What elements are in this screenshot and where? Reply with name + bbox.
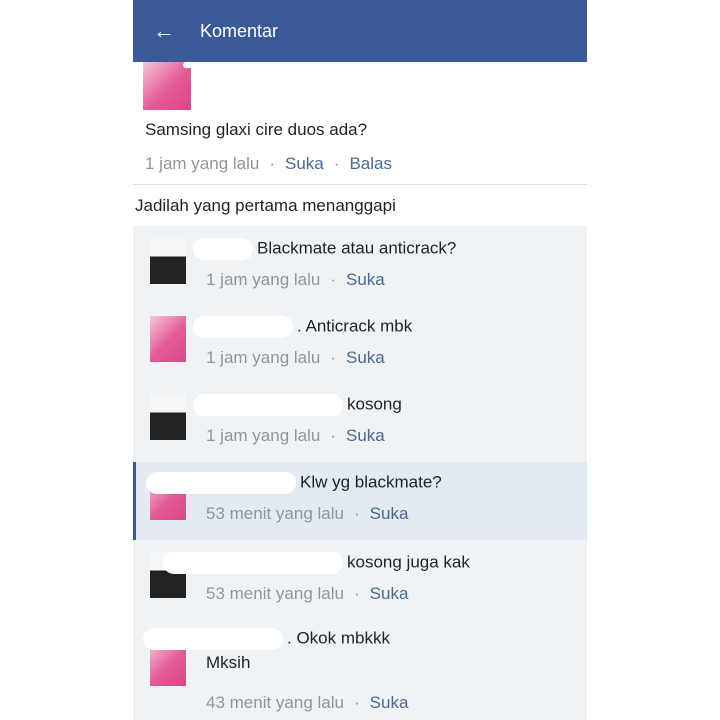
top-bar: ← Komentar xyxy=(133,0,587,62)
redacted-name xyxy=(193,316,293,338)
like-button[interactable]: Suka xyxy=(370,584,409,603)
reply-text-continued: Mksih xyxy=(206,653,251,672)
comment-text: Samsing glaxi cire duos ada? xyxy=(145,120,368,139)
reply-text: kosong xyxy=(347,394,402,414)
list-item-highlighted: Klw yg blackmate? 53 menit yang lalu · Suk… xyxy=(133,462,587,540)
avatar[interactable] xyxy=(150,238,186,284)
list-item: kosong juga kak 53 menit yang lalu · Suka xyxy=(133,540,587,618)
reply-text: kosong juga kak xyxy=(347,552,470,572)
reply-body: . Anticrack mbk xyxy=(193,316,412,338)
timestamp: 43 menit yang lalu xyxy=(206,693,344,712)
reply-text: . Okok mbkkk xyxy=(287,628,390,648)
comments-screen: ← Komentar Samsing glaxi cire duos ada? … xyxy=(133,0,587,720)
reply-body: . Okok mbkkk xyxy=(143,628,390,650)
arrow-left-icon[interactable]: ← xyxy=(153,17,177,45)
reply-body: kosong xyxy=(193,394,402,416)
separator-dot: · xyxy=(353,504,360,523)
timestamp: 53 menit yang lalu xyxy=(206,584,344,603)
avatar[interactable] xyxy=(150,394,186,440)
separator-dot: · xyxy=(330,348,337,367)
reply-text: . Anticrack mbk xyxy=(297,316,413,336)
list-item: Blackmate atau anticrack? 1 jam yang lal… xyxy=(133,226,587,304)
redacted-name xyxy=(146,472,296,494)
reply-meta: 1 jam yang lalu · Suka xyxy=(206,270,385,290)
separator-dot: · xyxy=(330,426,337,445)
separator-dot: · xyxy=(330,270,337,289)
reply-button[interactable]: Balas xyxy=(349,154,392,173)
like-button[interactable]: Suka xyxy=(370,693,409,712)
redacted-name xyxy=(183,62,243,68)
reply-body: Blackmate atau anticrack? xyxy=(193,238,456,260)
reply-body: Klw yg blackmate? xyxy=(146,472,442,494)
reply-meta: 53 menit yang lalu · Suka xyxy=(206,504,408,524)
timestamp: 1 jam yang lalu xyxy=(206,348,321,367)
redacted-name xyxy=(163,552,343,574)
first-reply-prompt[interactable]: Jadilah yang pertama menanggapi xyxy=(135,196,396,216)
list-item: . Anticrack mbk 1 jam yang lalu · Suka xyxy=(133,304,587,382)
reply-meta: 1 jam yang lalu · Suka xyxy=(206,348,385,368)
like-button[interactable]: Suka xyxy=(285,154,324,173)
timestamp: 1 jam yang lalu xyxy=(206,270,321,289)
reply-text: Blackmate atau anticrack? xyxy=(257,238,457,258)
like-button[interactable]: Suka xyxy=(370,504,409,523)
avatar[interactable] xyxy=(143,62,191,110)
comment-meta: 1 jam yang lalu · Suka · Balas xyxy=(145,154,392,174)
original-comment: Samsing glaxi cire duos ada? 1 jam yang … xyxy=(133,62,587,185)
reply-list: Blackmate atau anticrack? 1 jam yang lal… xyxy=(133,226,587,720)
reply-meta: 1 jam yang lalu · Suka xyxy=(206,426,385,446)
reply-meta: 53 menit yang lalu · Suka xyxy=(206,584,408,604)
reply-meta: 43 menit yang lalu · Suka xyxy=(206,693,408,713)
separator-dot: · xyxy=(269,154,276,173)
separator-dot: · xyxy=(353,693,360,712)
page-title: Komentar xyxy=(200,21,279,41)
timestamp: 53 menit yang lalu xyxy=(206,504,344,523)
redacted-name xyxy=(143,628,283,650)
separator-dot: · xyxy=(353,584,360,603)
reply-text: Klw yg blackmate? xyxy=(300,472,442,492)
timestamp: 1 jam yang lalu xyxy=(145,154,260,173)
separator-dot: · xyxy=(333,154,340,173)
list-item: kosong 1 jam yang lalu · Suka xyxy=(133,382,587,460)
list-item: . Okok mbkkk Mksih 43 menit yang lalu · Su… xyxy=(133,618,587,720)
redacted-name xyxy=(193,394,343,416)
like-button[interactable]: Suka xyxy=(346,348,385,367)
redacted-name xyxy=(193,238,253,260)
like-button[interactable]: Suka xyxy=(346,426,385,445)
like-button[interactable]: Suka xyxy=(346,270,385,289)
timestamp: 1 jam yang lalu xyxy=(206,426,321,445)
reply-body: kosong juga kak xyxy=(163,552,470,574)
avatar[interactable] xyxy=(150,316,186,362)
